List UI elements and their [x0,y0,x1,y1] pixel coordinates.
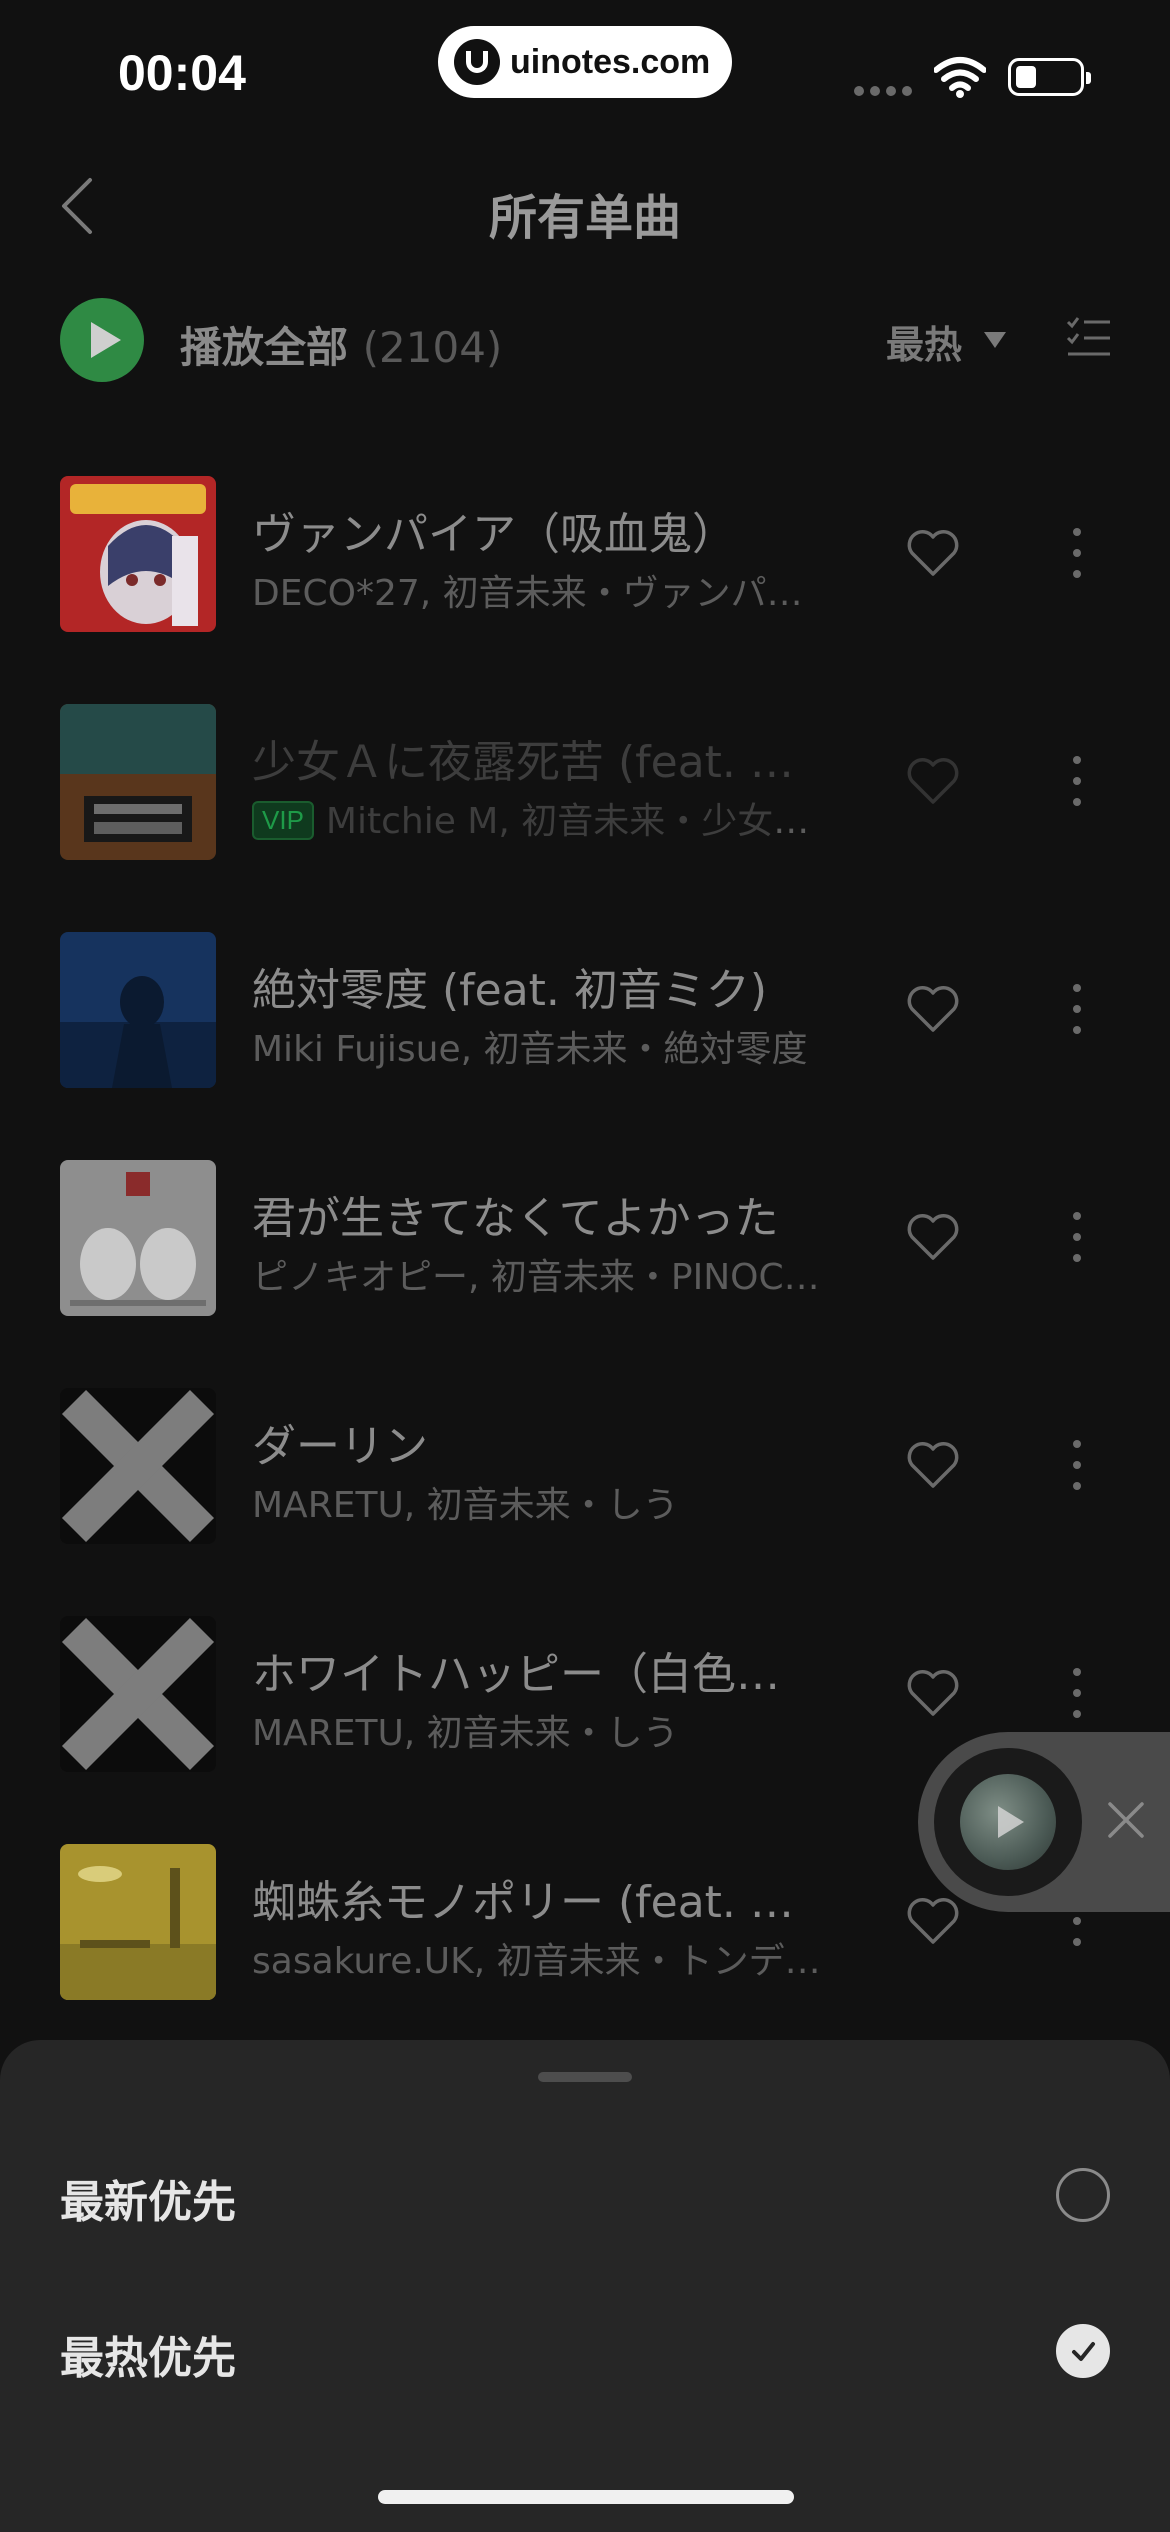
album-cover [60,1160,216,1316]
radio-unchecked-icon[interactable] [1056,2168,1110,2222]
uinotes-logo-icon [454,39,500,85]
song-subtitle: sasakure.UK, 初音未来・トンデモワンダーズ [252,1941,822,1982]
mini-player-disc[interactable] [934,1748,1082,1896]
multi-select-list-icon[interactable] [1066,316,1112,360]
heart-icon[interactable] [906,1668,960,1718]
song-row[interactable]: 君が生きてなくてよかった ピノキオピー, 初音未来・PINOCCHIOP [0,1160,1170,1388]
song-title: 絶対零度 (feat. 初音ミク) [252,965,768,1016]
song-title: ダーリン [252,1421,428,1472]
more-vertical-icon[interactable] [1072,1668,1082,1720]
play-all-button[interactable] [60,298,144,382]
watermark-badge: uinotes.com [438,26,732,98]
play-all-text: 播放全部 [180,323,349,372]
song-title: 蜘蛛糸モノポリー (feat. 初音ミク) [252,1877,812,1928]
sort-bottom-sheet [0,2040,1170,2532]
cellular-signal-icon [854,86,912,96]
song-artist-album: VIP Mitchie M, 初音未来・少女Ａに夜露死苦 [252,792,822,844]
song-count: (2104) [362,323,503,372]
song-subtitle: DECO*27, 初音未来・ヴァンパイア [252,573,822,614]
play-icon [998,1806,1024,1838]
heart-icon[interactable] [906,756,960,806]
song-title: 少女Ａに夜露死苦 (feat. 初音ミク) [252,737,812,788]
close-icon[interactable] [1104,1798,1148,1842]
heart-icon[interactable] [906,528,960,578]
more-vertical-icon[interactable] [1072,528,1082,580]
more-vertical-icon[interactable] [1072,756,1082,808]
page-title: 所有单曲 [488,190,681,246]
album-cover [60,704,216,860]
song-artist-album: ピノキオピー, 初音未来・PINOCCHIOP [252,1248,822,1300]
album-cover [60,476,216,632]
heart-icon[interactable] [906,1212,960,1262]
album-cover [60,1388,216,1544]
wifi-icon [934,57,986,98]
song-artist-album: DECO*27, 初音未来・ヴァンパイア [252,564,822,616]
more-vertical-icon[interactable] [1072,984,1082,1036]
more-vertical-icon[interactable] [1072,1440,1082,1492]
sort-option-newest[interactable]: 最新优先 [60,2166,236,2230]
song-subtitle: Mitchie M, 初音未来・少女Ａに夜露死苦 [325,801,822,842]
sheet-drag-handle[interactable] [538,2072,632,2082]
sort-option-hottest[interactable]: 最热优先 [60,2322,236,2386]
song-subtitle: MARETU, 初音未来・しう [252,1713,679,1754]
song-subtitle: Miki Fujisue, 初音未来・絶対零度 [252,1029,808,1070]
heart-icon[interactable] [906,984,960,1034]
play-icon [91,322,121,358]
song-artist-album: Miki Fujisue, 初音未来・絶対零度 [252,1020,822,1072]
song-title: ホワイトハッピー（白色快乐） [252,1649,812,1700]
song-subtitle: ピノキオピー, 初音未来・PINOCCHIOP [252,1257,822,1298]
song-row[interactable]: 絶対零度 (feat. 初音ミク) Miki Fujisue, 初音未来・絶対零… [0,932,1170,1160]
song-row[interactable]: 少女Ａに夜露死苦 (feat. 初音ミク) VIP Mitchie M, 初音未来… [0,704,1170,932]
battery-icon [1008,58,1091,96]
caret-down-icon[interactable] [984,332,1006,348]
play-all-label[interactable]: 播放全部 (2104) [180,314,502,375]
vip-badge: VIP [252,801,314,840]
sort-dropdown[interactable]: 最热 [886,314,962,369]
heart-icon[interactable] [906,1440,960,1490]
song-title: 君が生きてなくてよかった [252,1193,779,1244]
song-artist-album: sasakure.UK, 初音未来・トンデモワンダーズ [252,1932,822,1984]
radio-checked-icon[interactable] [1056,2324,1110,2378]
more-vertical-icon[interactable] [1072,1212,1082,1264]
song-artist-album: MARETU, 初音未来・しう [252,1704,822,1756]
heart-icon[interactable] [906,1896,960,1946]
album-cover [60,932,216,1088]
home-indicator [378,2490,794,2504]
album-cover [60,1844,216,2000]
song-row[interactable]: ダーリン MARETU, 初音未来・しう [0,1388,1170,1616]
watermark-text: uinotes.com [510,42,711,81]
status-time: 00:04 [118,45,246,101]
song-artist-album: MARETU, 初音未来・しう [252,1476,822,1528]
song-subtitle: MARETU, 初音未来・しう [252,1485,679,1526]
song-row[interactable]: ヴァンパイア（吸血鬼） DECO*27, 初音未来・ヴァンパイア [0,476,1170,704]
song-title: ヴァンパイア（吸血鬼） [252,509,736,560]
album-cover [60,1616,216,1772]
